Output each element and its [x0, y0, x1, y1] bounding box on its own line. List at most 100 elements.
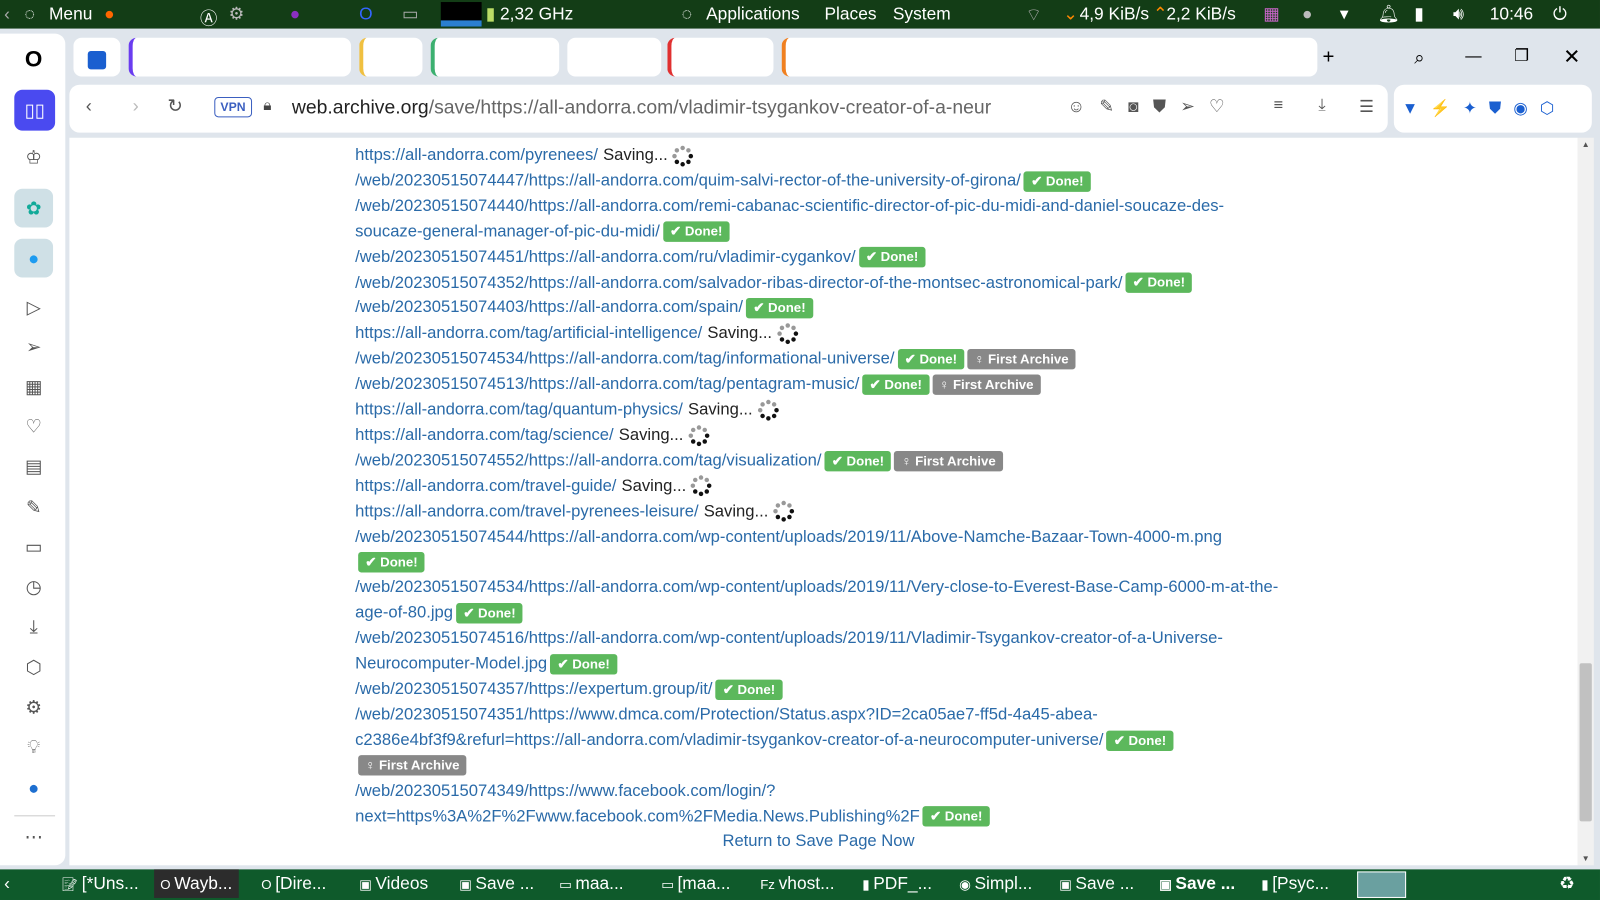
archived-url-link[interactable]: /web/20230515074451/https://all-andorra.…: [355, 248, 856, 266]
archived-url-link[interactable]: /web/20230515074352/https://all-andorra.…: [355, 273, 1122, 291]
archived-url-link[interactable]: /web/20230515074516/https://all-andorra.…: [355, 629, 1223, 673]
archived-url-link[interactable]: /web/20230515074357/https://expertum.gro…: [355, 680, 712, 698]
archived-url-link[interactable]: https://all-andorra.com/pyrenees/: [355, 146, 598, 164]
audio-meter-icon[interactable]: ▦: [1263, 4, 1279, 24]
tab-island-5[interactable]: [667, 37, 774, 77]
reload-button[interactable]: ↻: [167, 96, 182, 117]
reader-icon[interactable]: ▯▯: [14, 89, 56, 131]
minimize-button[interactable]: —: [1465, 38, 1485, 77]
battery-icon[interactable]: ▮: [1414, 4, 1424, 24]
history-icon[interactable]: ◷: [18, 571, 49, 602]
news-icon[interactable]: ▤: [18, 451, 49, 482]
forward-button[interactable]: ›: [133, 96, 139, 117]
extensions-icon[interactable]: ⬡: [18, 652, 49, 683]
workspace-switcher[interactable]: [1357, 871, 1407, 898]
new-tab-button[interactable]: +: [1322, 38, 1342, 77]
opera-icon[interactable]: O: [359, 4, 373, 24]
twitter-icon[interactable]: ●: [14, 238, 54, 278]
tab-island-1[interactable]: [128, 37, 352, 77]
notification-bell-icon[interactable]: 🔔︎: [1378, 4, 1400, 24]
archived-url-link[interactable]: https://all-andorra.com/travel-guide/: [355, 476, 616, 494]
indicator-icon[interactable]: ●: [1302, 4, 1312, 24]
archived-url-link[interactable]: /web/20230515074440/https://all-andorra.…: [355, 197, 1224, 241]
opera-logo-icon[interactable]: O: [18, 44, 49, 75]
pinboard-icon[interactable]: ✎: [18, 492, 49, 523]
archived-url-link[interactable]: /web/20230515074544/https://all-andorra.…: [355, 527, 1222, 545]
archived-url-link[interactable]: /web/20230515074351/https://www.dmca.com…: [355, 705, 1103, 749]
tab-island-4[interactable]: [567, 37, 662, 77]
panel-left-arrow[interactable]: ‹: [4, 4, 10, 24]
crown-icon[interactable]: ♔: [18, 142, 49, 173]
chat-icon[interactable]: ●: [18, 772, 49, 803]
back-button[interactable]: ‹: [86, 96, 92, 117]
taskbar-item[interactable]: ▣ Save ...: [1159, 873, 1235, 893]
speed-dial-icon[interactable]: ▦: [18, 371, 49, 402]
scroll-down-icon[interactable]: ▼: [1582, 854, 1590, 863]
tabs-icon[interactable]: ▭: [18, 532, 49, 563]
heart-icon[interactable]: ♡: [18, 411, 49, 442]
archived-url-link[interactable]: /web/20230515074349/https://www.facebook…: [355, 781, 920, 825]
accessibility-icon[interactable]: Ⓐ: [200, 4, 217, 30]
downloads-icon[interactable]: ⤓: [18, 611, 49, 642]
scrollbar[interactable]: ▲ ▼: [1577, 137, 1594, 866]
lock-icon[interactable]: 🔒︎: [263, 97, 271, 114]
close-window-button[interactable]: ✕: [1563, 38, 1583, 77]
search-tabs-icon[interactable]: ⌕: [1414, 38, 1434, 77]
vpn-badge[interactable]: VPN: [214, 96, 252, 118]
tab-island-6[interactable]: [781, 37, 1318, 77]
terminal-icon[interactable]: ▭: [402, 4, 418, 24]
more-icon[interactable]: ⋯: [18, 821, 49, 852]
taskbar-item[interactable]: O [Dire...: [261, 873, 326, 893]
power-icon[interactable]: ⏻: [1553, 4, 1567, 24]
trash-icon[interactable]: ♻: [1559, 873, 1575, 893]
extension-icons[interactable]: ▼⚡✦⛊◉⬡: [1402, 98, 1566, 118]
places-menu[interactable]: Places: [824, 4, 876, 24]
scrollbar-thumb[interactable]: [1579, 663, 1592, 822]
taskbar-item[interactable]: ▭ [maa...: [661, 873, 730, 893]
system-menu[interactable]: System: [893, 4, 951, 24]
taskbar-item[interactable]: ◉ Simpl...: [959, 873, 1032, 893]
archived-url-link[interactable]: https://all-andorra.com/travel-pyrenees-…: [355, 502, 698, 520]
tor-icon[interactable]: ●: [290, 4, 300, 24]
archived-url-link[interactable]: https://all-andorra.com/tag/quantum-phys…: [355, 400, 683, 418]
tab-island-2[interactable]: [359, 37, 423, 77]
archived-url-link[interactable]: /web/20230515074534/https://all-andorra.…: [355, 349, 894, 367]
taskbar-item[interactable]: ▣ Save ...: [1059, 873, 1134, 893]
archived-url-link[interactable]: /web/20230515074447/https://all-andorra.…: [355, 171, 1021, 189]
wifi-icon[interactable]: ▾: [1340, 4, 1349, 24]
easy-setup-icon[interactable]: ☰: [1359, 97, 1374, 117]
archived-url-link[interactable]: /web/20230515074403/https://all-andorra.…: [355, 298, 743, 316]
gears-icon[interactable]: ⚙: [229, 4, 245, 24]
archived-url-link[interactable]: https://all-andorra.com/tag/science/: [355, 425, 614, 443]
url-field[interactable]: web.archive.org/save/https://all-andorra…: [292, 97, 1042, 119]
player-icon[interactable]: ▷: [18, 292, 49, 323]
taskbar-item[interactable]: ▭ maa...: [559, 873, 623, 893]
tab-list-icon[interactable]: ≡: [1273, 97, 1283, 115]
scroll-up-icon[interactable]: ▲: [1582, 140, 1590, 149]
taskbar-item[interactable]: ▮ [Psyc...: [1261, 873, 1329, 893]
taskbar-item[interactable]: 📝︎ [*Uns...: [61, 873, 138, 893]
address-actions[interactable]: ☺✎◙⛊➢♡: [1067, 97, 1239, 117]
maximize-button[interactable]: ❐: [1514, 38, 1534, 77]
return-link[interactable]: Return to Save Page Now: [722, 832, 914, 851]
archived-url-link[interactable]: /web/20230515074552/https://all-andorra.…: [355, 451, 821, 469]
tab-vivaldi[interactable]: [73, 37, 121, 77]
tab-island-3[interactable]: [430, 37, 560, 77]
taskbar-item[interactable]: ▣ Videos: [359, 873, 428, 893]
firefox-icon[interactable]: ●: [104, 4, 114, 24]
tips-icon[interactable]: 💡︎: [18, 732, 49, 763]
taskbar-item[interactable]: O Wayb...: [154, 869, 239, 898]
send-icon[interactable]: ➢: [18, 332, 49, 363]
download-icon[interactable]: ⤓: [1318, 97, 1325, 115]
archived-url-link[interactable]: https://all-andorra.com/tag/artificial-i…: [355, 324, 702, 342]
taskbar-item[interactable]: ▣ Save ...: [459, 873, 534, 893]
chatgpt-icon[interactable]: ✿: [14, 188, 54, 228]
menu-button[interactable]: Menu: [49, 4, 92, 24]
applications-menu[interactable]: Applications: [706, 4, 800, 24]
settings-icon[interactable]: ⚙: [18, 692, 49, 723]
taskbar-item[interactable]: ▮ PDF_...: [862, 873, 932, 893]
archived-url-link[interactable]: /web/20230515074513/https://all-andorra.…: [355, 375, 859, 393]
taskbar-left-arrow[interactable]: ‹: [4, 873, 10, 893]
clock[interactable]: 10:46: [1490, 4, 1533, 24]
volume-icon[interactable]: 🔊︎: [1453, 4, 1464, 24]
